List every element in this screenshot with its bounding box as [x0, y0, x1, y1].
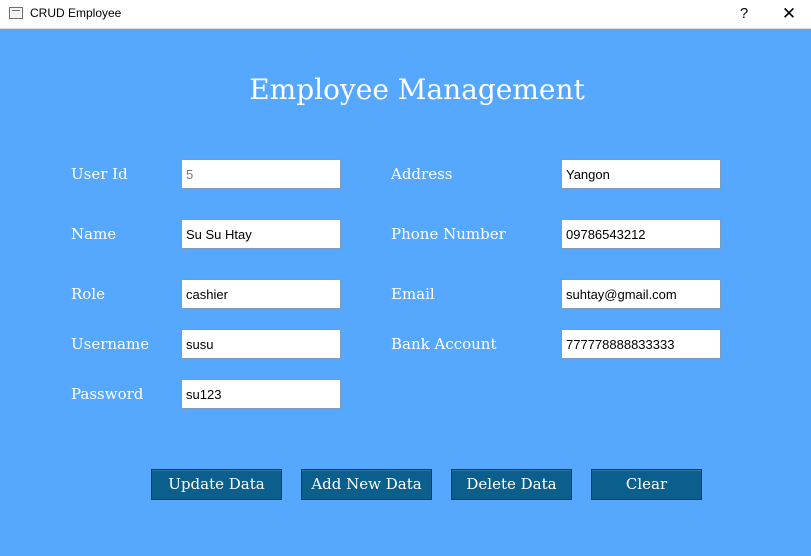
username-field[interactable]: [181, 329, 341, 359]
phone-number-label: Phone Number: [391, 225, 506, 243]
user-id-label: User Id: [71, 165, 128, 183]
bank-account-label: Bank Account: [391, 335, 497, 353]
window-app-icon: [9, 7, 23, 19]
password-label: Password: [71, 385, 144, 403]
update-data-button[interactable]: Update Data: [151, 469, 282, 500]
name-label: Name: [71, 225, 117, 243]
close-button[interactable]: ✕: [776, 3, 802, 25]
title-bar: CRUD Employee ? ✕: [0, 0, 811, 29]
bank-account-field[interactable]: [561, 329, 721, 359]
email-field[interactable]: [561, 279, 721, 309]
address-label: Address: [391, 165, 453, 183]
phone-number-field[interactable]: [561, 219, 721, 249]
user-id-field[interactable]: [181, 159, 341, 189]
add-new-data-button[interactable]: Add New Data: [301, 469, 432, 500]
delete-data-button[interactable]: Delete Data: [451, 469, 572, 500]
name-field[interactable]: [181, 219, 341, 249]
username-label: Username: [71, 335, 150, 353]
clear-button[interactable]: Clear: [591, 469, 702, 500]
address-field[interactable]: [561, 159, 721, 189]
email-label: Email: [391, 285, 435, 303]
help-button[interactable]: ?: [732, 3, 756, 25]
window-title: CRUD Employee: [30, 6, 122, 20]
role-field[interactable]: [181, 279, 341, 309]
role-label: Role: [71, 285, 105, 303]
page-title: Employee Management: [249, 73, 585, 106]
password-field[interactable]: [181, 379, 341, 409]
